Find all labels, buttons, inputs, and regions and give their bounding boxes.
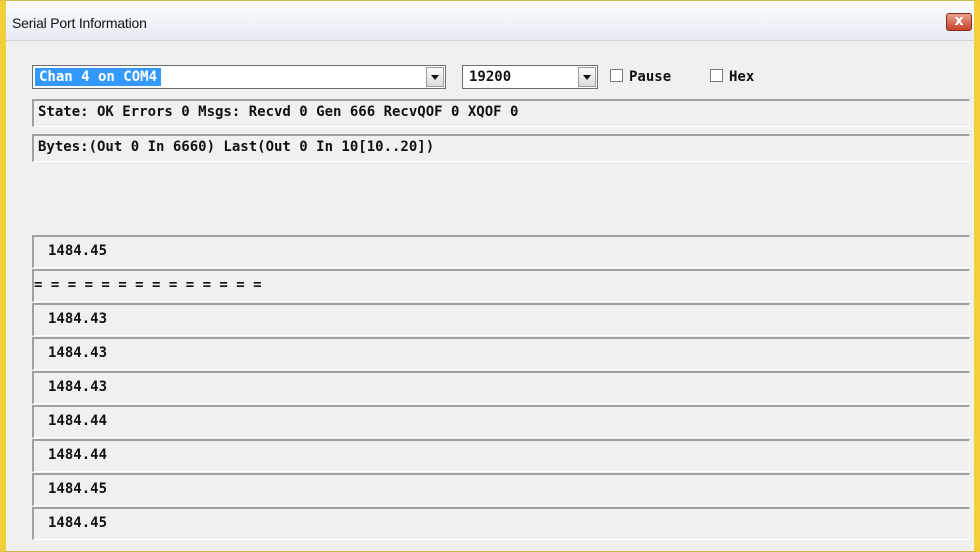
list-item: 1484.45 — [32, 473, 970, 506]
pause-label: Pause — [629, 69, 672, 85]
baud-rate-select[interactable]: 19200 — [462, 65, 598, 89]
list-item: 1484.43 — [32, 337, 970, 370]
separator-row: = = = = = = = = = = = = = = — [32, 269, 970, 302]
hex-label: Hex — [729, 69, 755, 85]
list-item: 1484.43 — [32, 303, 970, 336]
hex-toggle[interactable]: Hex — [710, 69, 754, 85]
close-button[interactable]: x — [946, 13, 972, 31]
reading-value: 1484.43 — [48, 379, 108, 395]
channel-select-value: Chan 4 on COM4 — [35, 68, 162, 86]
reading-value: 1484.44 — [48, 447, 108, 463]
hex-checkbox[interactable] — [710, 69, 723, 82]
reading-value: 1484.43 — [48, 345, 108, 361]
close-icon: x — [954, 13, 964, 29]
bytes-status-line: Bytes:(Out 0 In 6660) Last(Out 0 In 10[1… — [32, 134, 970, 162]
list-item: 1484.44 — [32, 439, 970, 472]
serial-port-window: Serial Port Information x Chan 4 on COM4… — [0, 0, 980, 552]
pause-toggle[interactable]: Pause — [610, 69, 671, 85]
reading-value: 1484.45 — [48, 243, 108, 259]
list-item: 1484.45 — [32, 235, 970, 268]
chevron-down-icon[interactable] — [578, 67, 596, 87]
separator-text: = = = = = = = = = = = = = = — [34, 277, 262, 293]
baud-rate-value: 19200 — [469, 69, 512, 85]
reading-value: 1484.45 — [48, 481, 108, 497]
state-status-line: State: OK Errors 0 Msgs: Recvd 0 Gen 666… — [32, 99, 970, 127]
window-title: Serial Port Information — [12, 15, 147, 31]
list-item: 1484.43 — [32, 371, 970, 404]
channel-select[interactable]: Chan 4 on COM4 — [32, 65, 446, 89]
title-bar[interactable]: Serial Port Information x — [6, 1, 974, 41]
pause-checkbox[interactable] — [610, 69, 623, 82]
list-item: 1484.44 — [32, 405, 970, 438]
chevron-down-icon[interactable] — [426, 67, 444, 87]
reading-value: 1484.43 — [48, 311, 108, 327]
list-item: 1484.45 — [32, 507, 970, 540]
reading-value: 1484.45 — [48, 515, 108, 531]
reading-value: 1484.44 — [48, 413, 108, 429]
